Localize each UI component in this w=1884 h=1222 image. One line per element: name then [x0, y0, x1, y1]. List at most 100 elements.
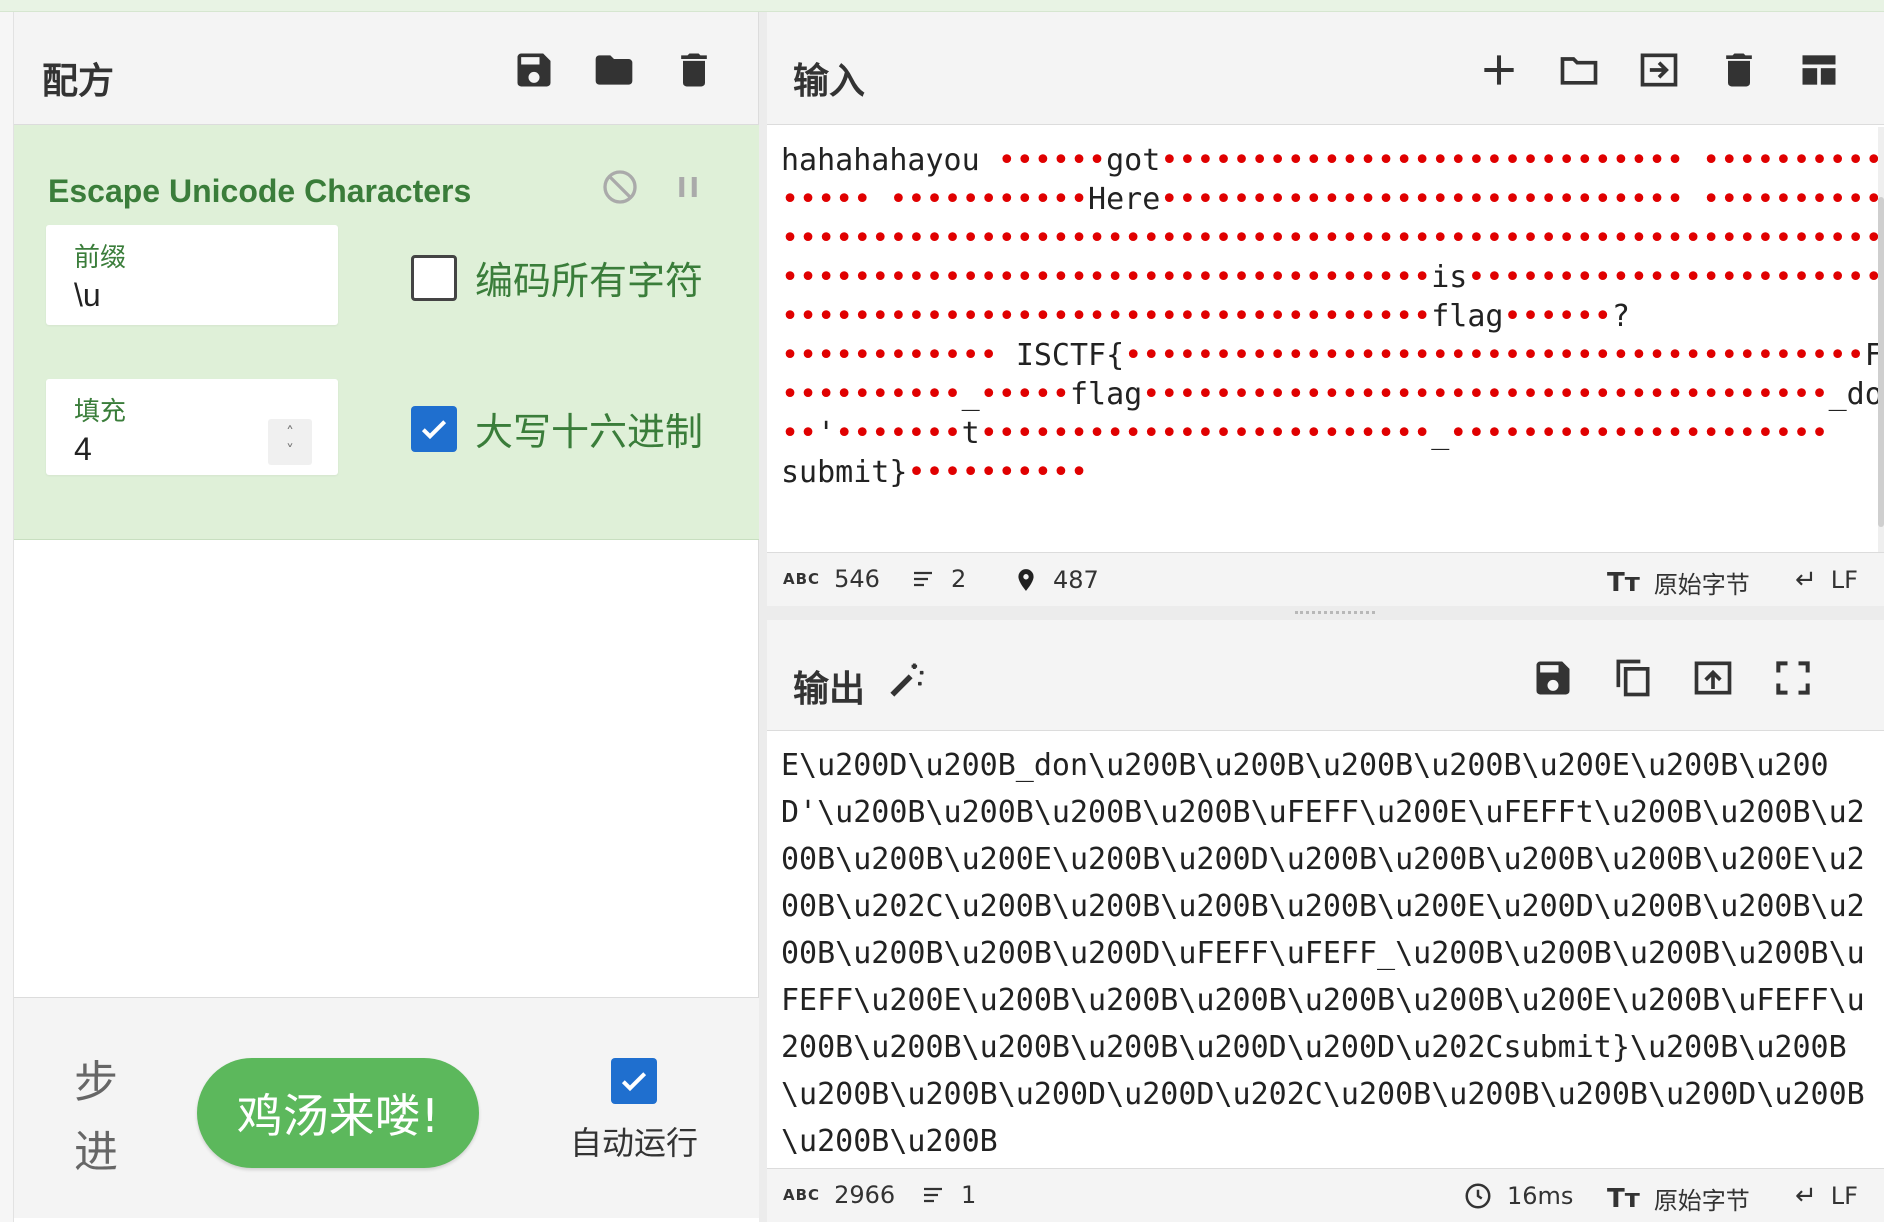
- copy-output-button[interactable]: [1609, 654, 1657, 702]
- input-encoding-button[interactable]: Tт 原始字节: [1607, 565, 1750, 600]
- input-line: ••••••••••_•••••flag••••••••••••••••••••…: [781, 371, 1884, 412]
- load-recipe-button[interactable]: [590, 46, 638, 94]
- prefix-label: 前缀: [74, 243, 127, 273]
- clear-input-button[interactable]: [1715, 46, 1763, 94]
- hidden-char-marker: •••••••••••••••••••••••••: [979, 416, 1432, 451]
- input-text-segment: _: [1431, 416, 1450, 451]
- maximise-output-button[interactable]: [1769, 654, 1817, 702]
- recipe-footer: 步进 鸡汤来喽! 自动运行: [14, 997, 759, 1218]
- input-text-segment: ': [817, 416, 836, 451]
- save-recipe-button[interactable]: [510, 46, 558, 94]
- input-arrow-icon: [1640, 53, 1678, 87]
- folder-icon: [595, 55, 633, 85]
- copy-icon: [1616, 659, 1650, 697]
- input-scrollbar[interactable]: [1878, 127, 1884, 552]
- uppercase-hex-checkbox[interactable]: 大写十六进制: [411, 401, 703, 456]
- magic-button[interactable]: [883, 656, 931, 704]
- input-text-segment: flag: [1431, 299, 1504, 334]
- uppercase-hex-box[interactable]: [411, 405, 457, 452]
- breakpoint-button[interactable]: [666, 165, 710, 209]
- plus-icon: [1484, 55, 1514, 85]
- hidden-char-marker: ••••••••••••••••••••••••••••••••••••••: [1142, 377, 1829, 412]
- chevron-down-icon[interactable]: ˅: [286, 442, 294, 460]
- layout-button[interactable]: [1795, 46, 1843, 94]
- input-line: ••••• •••••••••••Here•••••••••••••••••••…: [781, 176, 1884, 217]
- hidden-char-marker: ••••••••••••••••••••••••••••• ••••••••••…: [1160, 143, 1884, 178]
- location-pin-icon: [1018, 569, 1034, 591]
- input-eol-button[interactable]: ↵ LF: [1795, 565, 1858, 595]
- output-header: 输出: [767, 620, 1884, 731]
- text-size-icon: Tт: [1607, 1183, 1640, 1214]
- autobake-toggle[interactable]: 自动运行: [554, 1058, 714, 1164]
- output-panel: 输出 E\u200D\u200B_don\u200B\u200B\u200B\u…: [767, 620, 1884, 1222]
- output-eol-button[interactable]: ↵ LF: [1795, 1181, 1858, 1211]
- autobake-label: 自动运行: [569, 1124, 698, 1162]
- autobake-checkbox[interactable]: [611, 1058, 657, 1104]
- hidden-char-marker: ••••••••••: [907, 455, 1089, 490]
- save-icon: [517, 53, 551, 87]
- vertical-splitter[interactable]: [759, 12, 767, 1222]
- output-text[interactable]: E\u200D\u200B_don\u200B\u200B\u200B\u200…: [767, 732, 1884, 1169]
- output-encoding-button[interactable]: Tт 原始字节: [1607, 1181, 1750, 1216]
- clear-recipe-button[interactable]: [670, 46, 718, 94]
- input-text-segment: flag: [1070, 377, 1143, 412]
- folder-open-icon: [1560, 57, 1598, 85]
- horizontal-splitter[interactable]: [767, 606, 1884, 620]
- padding-stepper[interactable]: ˄ ˅: [268, 419, 312, 465]
- encode-all-checkbox[interactable]: 编码所有字符: [411, 250, 703, 305]
- operation-card: Escape Unicode Characters 前缀 \u 编码所有字符 填…: [14, 125, 759, 540]
- input-panel: 输入 hahahahayou ••••••got••••••••••••••••…: [767, 12, 1884, 606]
- hidden-char-marker: ••••••••••••••••••••••••••••••••••••••••…: [781, 221, 1884, 256]
- input-length: ABC 546: [783, 565, 880, 593]
- prefix-field[interactable]: 前缀 \u: [46, 225, 338, 325]
- replace-input-button[interactable]: [1689, 654, 1737, 702]
- bake-button[interactable]: 鸡汤来喽!: [197, 1058, 479, 1168]
- trash-icon: [1726, 53, 1752, 87]
- hidden-char-marker: •••••••: [835, 416, 962, 451]
- input-lines: 2: [909, 565, 966, 593]
- top-strip: [0, 0, 1884, 12]
- input-text-segment: ?: [1611, 299, 1630, 334]
- lines-icon: [914, 571, 932, 587]
- hidden-char-marker: ••••••: [997, 143, 1107, 178]
- save-output-button[interactable]: [1529, 654, 1577, 702]
- return-icon: ↵: [1795, 1181, 1817, 1211]
- scrollbar-thumb[interactable]: [1878, 197, 1884, 527]
- disable-operation-button[interactable]: [598, 165, 642, 209]
- hidden-char-marker: ••••••••••••: [781, 338, 1016, 373]
- add-tab-button[interactable]: [1475, 46, 1523, 94]
- hidden-char-marker: •••••: [979, 377, 1070, 412]
- input-line: submit}••••••••••: [781, 449, 1872, 490]
- input-position: 487: [1013, 565, 1099, 595]
- hidden-char-marker: ••: [781, 416, 818, 451]
- layout-icon: [1802, 55, 1836, 85]
- disable-icon: [603, 170, 637, 204]
- hidden-char-marker: ••••••••••••••••••••••••••••••••••••: [781, 260, 1432, 295]
- abc-icon: ABC: [783, 570, 821, 588]
- uppercase-hex-label: 大写十六进制: [475, 410, 704, 454]
- open-file-button[interactable]: [1555, 46, 1603, 94]
- bake-time: 16ms: [1463, 1181, 1573, 1211]
- step-button[interactable]: 步进: [66, 1048, 126, 1188]
- input-line: •••••••••••• ISCTF{•••••••••••••••••••••…: [781, 332, 1884, 373]
- clock-icon: [1465, 1183, 1491, 1209]
- pause-icon: [679, 177, 697, 197]
- hidden-char-marker: ••••••••••••••••••••••••••••••••••••: [781, 299, 1432, 334]
- output-length: ABC 2966: [783, 1181, 896, 1209]
- encode-all-box[interactable]: [411, 254, 457, 301]
- prefix-value[interactable]: \u: [74, 277, 314, 314]
- load-input-button[interactable]: [1635, 46, 1683, 94]
- input-line: ••••••••••••••••••••••••••••••••••••flag…: [781, 293, 1872, 334]
- input-text-segment: _: [961, 377, 980, 412]
- padding-field[interactable]: 填充 4 ˄ ˅: [46, 379, 338, 475]
- input-header: 输入: [767, 12, 1884, 125]
- chevron-up-icon[interactable]: ˄: [286, 424, 294, 442]
- input-text-segment: is: [1431, 260, 1468, 295]
- operation-name: Escape Unicode Characters: [48, 173, 472, 209]
- splitter-grip[interactable]: [1295, 611, 1375, 614]
- hidden-char-marker: ••••••••••: [781, 377, 962, 412]
- fullscreen-icon: [1776, 661, 1810, 695]
- check-icon: [421, 419, 447, 439]
- input-text[interactable]: hahahahayou ••••••got•••••••••••••••••••…: [767, 127, 1884, 552]
- output-lines: 1: [919, 1181, 976, 1209]
